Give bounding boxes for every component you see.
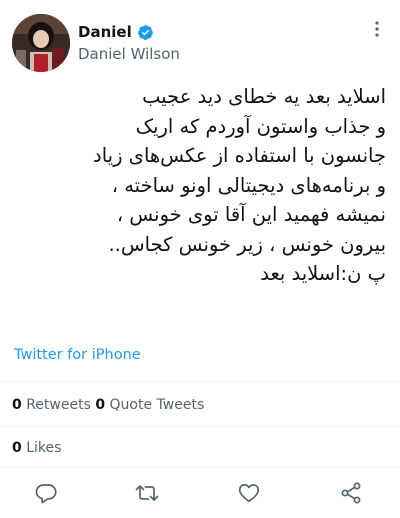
likes-label: Likes (26, 440, 62, 456)
likes-count: 0 (12, 440, 22, 456)
display-name[interactable]: Daniel (78, 23, 132, 41)
share-icon[interactable] (336, 478, 366, 508)
retweets-count: 0 (12, 397, 22, 413)
likes-stat[interactable]: 0 Likes (12, 440, 61, 456)
comment-icon[interactable] (31, 478, 61, 508)
source-link[interactable]: Twitter for iPhone (14, 347, 141, 363)
tweet-text: اسلاید بعد یه خطای دید عجیب و جذاب واستو… (93, 85, 386, 285)
verified-badge-icon (137, 24, 153, 40)
divider (0, 426, 400, 427)
heart-icon[interactable] (234, 478, 264, 508)
action-bar (0, 478, 400, 508)
quote-tweets-stat[interactable]: 0 Quote Tweets (95, 397, 204, 413)
retweets-label: Retweets (26, 397, 91, 413)
likes-stats: 0 Likes (12, 440, 61, 456)
quote-label: Quote Tweets (109, 397, 205, 413)
divider (0, 381, 400, 382)
retweet-stats: 0 Retweets 0 Quote Tweets (12, 397, 204, 413)
handle[interactable]: Daniel Wilson (78, 45, 180, 63)
tweet-header: Daniel Daniel Wilson (12, 14, 388, 72)
avatar[interactable] (12, 14, 70, 72)
retweet-icon[interactable] (132, 478, 162, 508)
retweets-stat[interactable]: 0 Retweets (12, 397, 91, 413)
quote-count: 0 (95, 397, 106, 413)
divider (0, 467, 400, 468)
vertical-dots-icon[interactable] (368, 20, 386, 38)
avatar-image (12, 14, 70, 72)
